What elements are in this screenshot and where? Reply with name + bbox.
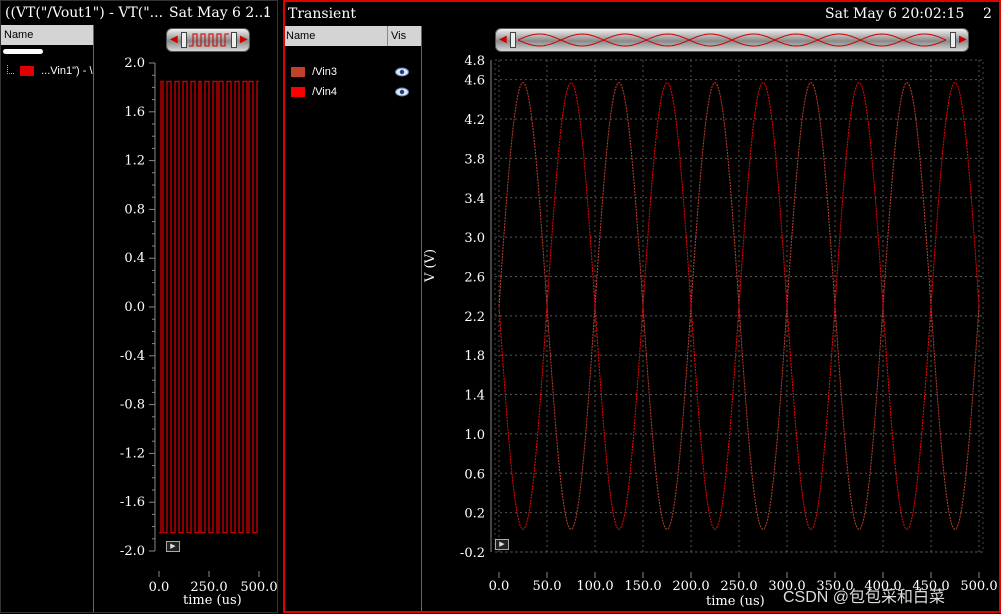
right-legend-vis-header: Vis bbox=[391, 30, 407, 42]
right-legend-panel: Name Vis /Vin3 /Vin4 bbox=[285, 26, 422, 611]
right-y-tick-label: 3.4 bbox=[464, 192, 485, 207]
left-legend-panel: Name ...Vin1") - \ bbox=[1, 25, 94, 612]
watermark: CSDN @包包采和白菜 bbox=[783, 589, 946, 606]
overview-trace-line bbox=[518, 33, 946, 47]
right-legend-name-header: Name bbox=[286, 30, 316, 42]
scroller-right-grip[interactable] bbox=[950, 32, 956, 48]
scroll-right-arrow-icon[interactable]: ▶ bbox=[240, 34, 248, 45]
left-plot-area[interactable]: 2.0 1.6 1.2 0.8 0.4 0.0 -0.4 -0.8 -1.2 -1.6 -2.0 0.… bbox=[93, 53, 277, 614]
right-y-tick-label: 3.0 bbox=[464, 231, 485, 246]
right-overview-thumbnail bbox=[518, 33, 946, 47]
left-title-bar: ((VT("/Vout1") - VT("... Sat May 6 2... … bbox=[1, 1, 277, 23]
right-y-tick-label: 2.6 bbox=[464, 270, 485, 285]
scroller-left-grip[interactable] bbox=[510, 32, 516, 48]
right-plot-corner-button[interactable]: ▶ bbox=[495, 539, 509, 550]
right-y-tick-label: 3.8 bbox=[464, 152, 485, 167]
left-legend-header: Name bbox=[1, 25, 93, 45]
left-y-tick-label: -0.8 bbox=[120, 398, 145, 413]
left-x-tick-label: 500.0 bbox=[240, 580, 277, 595]
right-x-tick-label: 50.0 bbox=[533, 579, 562, 594]
left-legend-item-label: ...Vin1") - \ bbox=[41, 65, 93, 77]
right-plot-area[interactable]: 4.8 4.6 4.2 3.8 3.4 3.0 2.6 2.2 1.8 1.4 1.0 0.6 0.2 -… bbox=[421, 54, 999, 610]
right-y-tick-label: 0.2 bbox=[464, 507, 485, 522]
right-y-tick-label: 1.8 bbox=[464, 349, 485, 364]
scroll-left-arrow-icon[interactable]: ◀ bbox=[499, 34, 507, 45]
left-y-tick-label: -0.4 bbox=[120, 349, 145, 364]
left-window-index: 1 bbox=[263, 5, 272, 21]
legend-item-vin3[interactable]: /Vin3 bbox=[291, 66, 416, 78]
right-x-tick-label: 250.0 bbox=[720, 579, 757, 594]
scroll-left-arrow-icon[interactable]: ◀ bbox=[170, 34, 178, 45]
left-y-tick-label: -2.0 bbox=[120, 544, 145, 559]
scroll-right-arrow-icon[interactable]: ▶ bbox=[959, 34, 967, 45]
right-window-date: Sat May 6 20:02:15 bbox=[825, 6, 965, 22]
scroller-right-grip[interactable] bbox=[231, 32, 237, 48]
right-x-tick-label: 150.0 bbox=[624, 579, 661, 594]
right-window-index: 2 bbox=[983, 6, 992, 22]
right-zoom-scroller[interactable]: ◀ ▶ bbox=[495, 28, 969, 52]
right-y-tick-label: 4.8 bbox=[464, 54, 485, 69]
legend-item-vin4[interactable]: /Vin4 bbox=[291, 86, 416, 98]
right-x-axis-label: time (us) bbox=[706, 594, 765, 609]
vin4-label: /Vin4 bbox=[312, 86, 337, 98]
right-legend-header: Name Vis bbox=[285, 26, 421, 46]
right-y-tick-label: 1.4 bbox=[464, 389, 485, 404]
eye-icon[interactable] bbox=[395, 87, 409, 97]
left-y-tick-label: 0.4 bbox=[124, 251, 145, 266]
right-window-title: Transient bbox=[288, 6, 356, 22]
left-y-tick-label: 2.0 bbox=[124, 56, 145, 71]
right-x-tick-label: 500.0 bbox=[960, 579, 997, 594]
left-x-axis-label: time (us) bbox=[183, 593, 242, 608]
right-y-tick-label: -0.2 bbox=[460, 546, 485, 561]
scroller-left-grip[interactable] bbox=[181, 32, 187, 48]
vin3-label: /Vin3 bbox=[312, 66, 337, 78]
left-window-title: ((VT("/Vout1") - VT("... bbox=[5, 5, 164, 21]
right-y-tick-label: 0.6 bbox=[464, 467, 485, 482]
right-y-axis-label: V (V) bbox=[423, 248, 438, 282]
left-legend-name-header: Name bbox=[4, 29, 34, 41]
left-plot-corner-button[interactable]: ▶ bbox=[166, 541, 180, 552]
left-y-tick-label: -1.2 bbox=[120, 446, 145, 461]
left-trace-color-swatch bbox=[20, 66, 35, 77]
legend-header-divider bbox=[387, 26, 388, 46]
left-y-tick-label: 1.2 bbox=[124, 154, 145, 169]
left-y-tick-label: 0.0 bbox=[124, 300, 145, 315]
left-overview-thumbnail bbox=[189, 33, 229, 47]
left-waveform-window[interactable]: ((VT("/Vout1") - VT("... Sat May 6 2... … bbox=[0, 0, 278, 613]
left-y-tick-label: 0.8 bbox=[124, 202, 145, 217]
right-x-tick-label: 100.0 bbox=[576, 579, 613, 594]
left-legend-scrollbar[interactable] bbox=[3, 49, 43, 54]
vin4-trace-line bbox=[498, 82, 980, 530]
left-zoom-scroller[interactable]: ◀ ▶ bbox=[166, 28, 250, 52]
right-y-tick-label: 4.2 bbox=[464, 113, 485, 128]
right-title-bar: Transient Sat May 6 20:02:15 2 bbox=[285, 2, 999, 24]
right-y-tick-label: 1.0 bbox=[464, 428, 485, 443]
right-waveform-window[interactable]: Transient Sat May 6 20:02:15 2 Name Vis … bbox=[283, 0, 1001, 613]
vin4-color-swatch bbox=[291, 87, 305, 98]
right-y-tick-label: 2.2 bbox=[464, 310, 485, 325]
right-y-tick-label: 4.6 bbox=[464, 74, 485, 89]
left-x-tick-label: 0.0 bbox=[149, 580, 170, 595]
eye-icon[interactable] bbox=[395, 67, 409, 77]
right-x-tick-label: 0.0 bbox=[489, 579, 510, 594]
right-x-tick-label: 200.0 bbox=[672, 579, 709, 594]
left-trace-line bbox=[159, 80, 259, 534]
left-legend-item[interactable]: ...Vin1") - \ bbox=[7, 65, 93, 77]
left-y-tick-label: 1.6 bbox=[124, 105, 145, 120]
vin3-color-swatch bbox=[291, 67, 305, 78]
left-window-date: Sat May 6 2... bbox=[169, 5, 268, 21]
tree-connector bbox=[7, 65, 14, 74]
left-y-tick-label: -1.6 bbox=[120, 495, 145, 510]
